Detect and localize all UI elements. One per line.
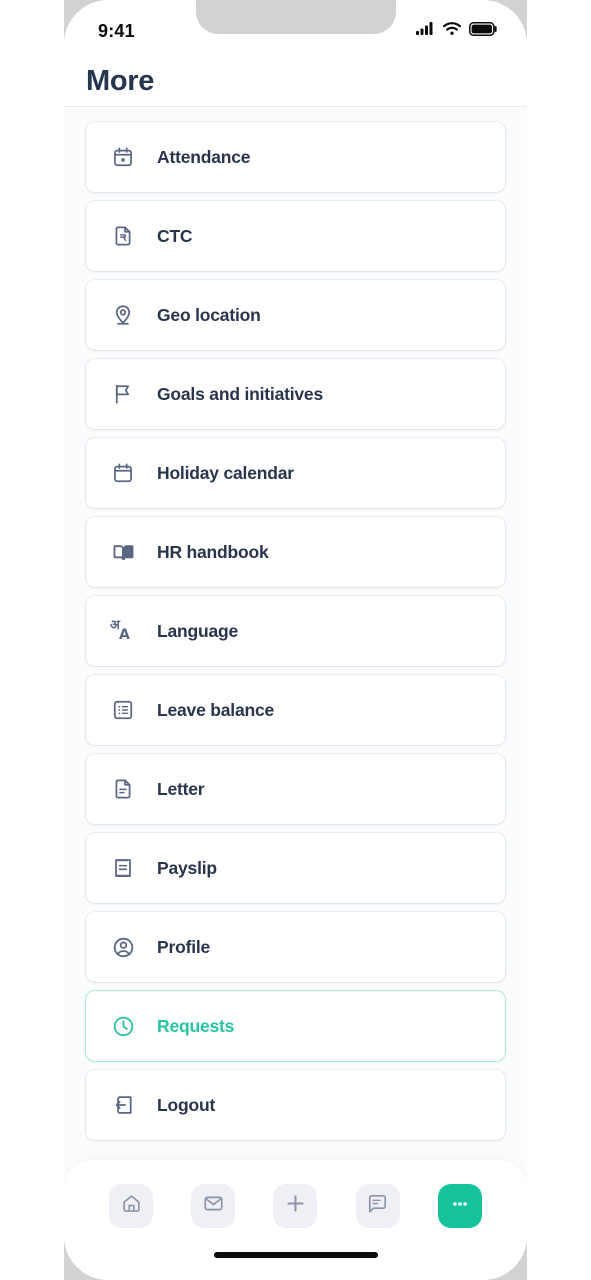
status-bar-icons [416, 21, 497, 41]
user-circle-icon [110, 934, 136, 960]
open-book-icon [110, 539, 136, 565]
clock-icon [110, 1013, 136, 1039]
receipt-icon [110, 855, 136, 881]
menu-item-label: CTC [157, 225, 193, 246]
plus-icon [284, 1192, 307, 1220]
bottom-navigation-bar [64, 1160, 527, 1280]
nav-add-button[interactable] [273, 1184, 318, 1228]
logout-icon [110, 1092, 136, 1118]
ellipsis-icon [449, 1193, 471, 1220]
device-notch [195, 0, 396, 34]
menu-item-label: Requests [157, 1015, 235, 1036]
translate-icon-latin: A [119, 627, 130, 643]
menu-item-goals-and-initiatives[interactable]: Goals and initiatives [86, 359, 505, 429]
list-box-icon [110, 697, 136, 723]
nav-chat-button[interactable] [355, 1184, 400, 1228]
menu-item-letter[interactable]: Letter [86, 754, 505, 824]
map-pin-icon [110, 302, 136, 328]
rupee-document-icon [110, 223, 136, 249]
status-bar-clock: 9:41 [98, 20, 135, 41]
menu-item-language[interactable]: अ A Language [86, 596, 505, 666]
mail-icon [203, 1193, 224, 1219]
menu-item-leave-balance[interactable]: Leave balance [86, 675, 505, 745]
bottom-nav-row [64, 1184, 527, 1228]
home-icon [121, 1193, 142, 1219]
document-icon [110, 776, 136, 802]
phone-screen: 9:41 More Attendance CTC Geo location Go… [64, 0, 527, 1280]
nav-home-button[interactable] [109, 1184, 154, 1228]
menu-item-label: Leave balance [157, 699, 275, 720]
menu-item-label: Logout [157, 1094, 216, 1115]
cellular-signal-icon [416, 22, 435, 40]
menu-item-attendance[interactable]: Attendance [86, 122, 505, 192]
wifi-icon [442, 22, 462, 40]
page-header: More [64, 56, 527, 107]
menu-item-requests[interactable]: Requests [86, 991, 505, 1061]
menu-item-logout[interactable]: Logout [86, 1070, 505, 1140]
menu-item-label: Letter [157, 778, 205, 799]
menu-item-label: Language [157, 620, 239, 641]
menu-item-label: HR handbook [157, 541, 269, 562]
menu-item-label: Geo location [157, 304, 261, 325]
menu-item-ctc[interactable]: CTC [86, 201, 505, 271]
menu-item-geo-location[interactable]: Geo location [86, 280, 505, 350]
home-indicator [213, 1252, 378, 1258]
menu-item-profile[interactable]: Profile [86, 912, 505, 982]
menu-list[interactable]: Attendance CTC Geo location Goals and in… [64, 108, 527, 1176]
calendar-icon [110, 460, 136, 486]
menu-item-label: Goals and initiatives [157, 383, 323, 404]
chat-icon [367, 1193, 388, 1219]
flag-icon [110, 381, 136, 407]
nav-mail-button[interactable] [191, 1184, 236, 1228]
translate-icon: अ A [110, 618, 136, 644]
menu-item-label: Payslip [157, 857, 217, 878]
menu-item-hr-handbook[interactable]: HR handbook [86, 517, 505, 587]
menu-item-payslip[interactable]: Payslip [86, 833, 505, 903]
menu-item-holiday-calendar[interactable]: Holiday calendar [86, 438, 505, 508]
page-title: More [86, 64, 155, 97]
menu-item-label: Holiday calendar [157, 462, 294, 483]
calendar-event-icon [110, 144, 136, 170]
nav-more-button[interactable] [437, 1184, 482, 1228]
menu-item-label: Attendance [157, 146, 251, 167]
battery-icon [469, 21, 497, 41]
menu-item-label: Profile [157, 936, 211, 957]
